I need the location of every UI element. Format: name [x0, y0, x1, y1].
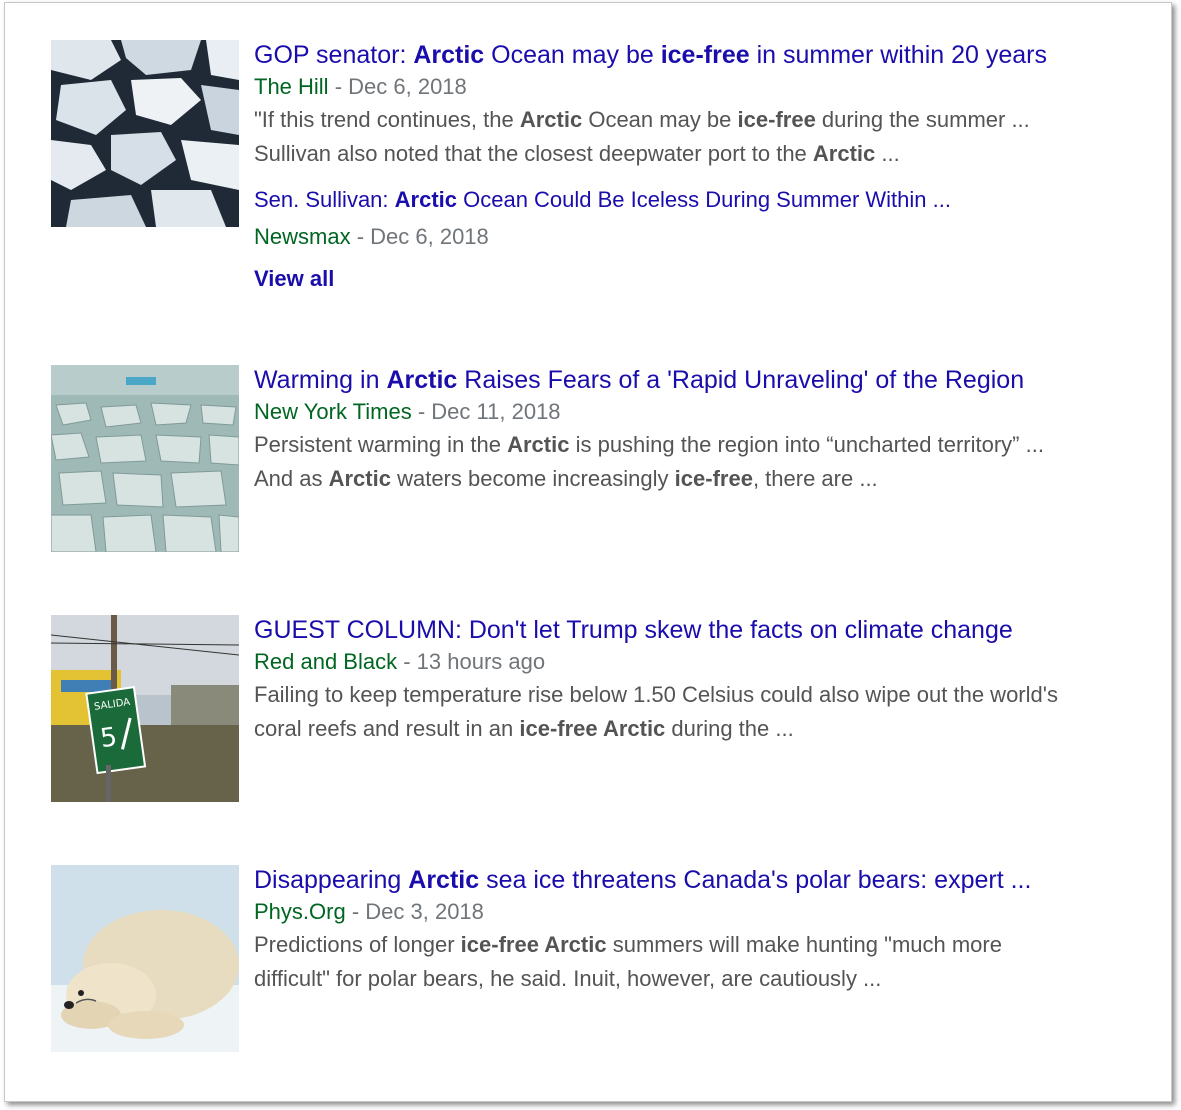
- meta-separator: -: [411, 399, 432, 424]
- highlighted-term: Arctic: [408, 866, 480, 894]
- highlighted-term: ice-free Arctic: [519, 716, 666, 741]
- text-segment: Predictions of longer: [254, 932, 461, 957]
- news-result: GOP senator: Arctic Ocean may be ice-fre…: [51, 40, 1163, 295]
- view-all-link[interactable]: View all: [254, 263, 1047, 295]
- highlighted-term: ice-free: [674, 466, 753, 491]
- text-segment: waters become increasingly: [390, 466, 675, 491]
- highlighted-term: Arctic: [413, 41, 485, 69]
- result-date: Dec 6, 2018: [348, 74, 467, 99]
- text-segment: during the ...: [665, 716, 794, 741]
- result-meta: New York Times - Dec 11, 2018: [254, 396, 1044, 428]
- text-segment: Ocean Could Be Iceless During Summer Wit…: [457, 187, 951, 212]
- highlighted-term: ice-free: [660, 41, 750, 69]
- text-segment: Ocean may be: [582, 107, 738, 132]
- snippet-line: Failing to keep temperature rise below 1…: [254, 678, 1058, 712]
- text-segment: coral reefs and result in an: [254, 716, 520, 741]
- text-segment: Warming in: [254, 366, 387, 394]
- result-title-link[interactable]: GUEST COLUMN: Don't let Trump skew the f…: [254, 614, 1058, 646]
- text-segment: Disappearing: [254, 866, 409, 894]
- snippet-line: Persistent warming in the Arctic is push…: [254, 428, 1044, 462]
- related-meta: Newsmax - Dec 6, 2018: [254, 221, 1047, 253]
- result-source: Phys.Org: [254, 899, 346, 924]
- result-snippet: "If this trend continues, the Arctic Oce…: [254, 103, 1047, 171]
- result-meta: Red and Black - 13 hours ago: [254, 646, 1058, 678]
- result-meta: The Hill - Dec 6, 2018: [254, 71, 1047, 103]
- result-date: Dec 11, 2018: [431, 399, 561, 424]
- snippet-line: Sullivan also noted that the closest dee…: [254, 137, 1047, 171]
- text-segment: in summer within 20 years: [749, 41, 1047, 69]
- meta-separator: -: [345, 899, 366, 924]
- snippet-line: Predictions of longer ice-free Arctic su…: [254, 928, 1031, 962]
- result-title-link[interactable]: GOP senator: Arctic Ocean may be ice-fre…: [254, 39, 1047, 71]
- related-source: Newsmax: [254, 224, 351, 249]
- news-results-panel: GOP senator: Arctic Ocean may be ice-fre…: [4, 2, 1172, 1102]
- flooded-street-image[interactable]: SALIDA 5: [51, 615, 239, 802]
- result-source: The Hill: [254, 74, 329, 99]
- highlighted-term: Arctic: [386, 366, 458, 394]
- highlighted-term: Arctic: [507, 432, 570, 457]
- result-source: Red and Black: [254, 649, 398, 674]
- arctic-sea-ice-image[interactable]: [51, 365, 239, 552]
- result-title-link[interactable]: Warming in Arctic Raises Fears of a 'Rap…: [254, 364, 1044, 396]
- result-snippet: Failing to keep temperature rise below 1…: [254, 678, 1058, 746]
- highlighted-term: Arctic: [519, 107, 583, 132]
- text-segment: is pushing the region into “uncharted te…: [569, 432, 1044, 457]
- news-result: Disappearing Arctic sea ice threatens Ca…: [51, 865, 1163, 1052]
- text-segment: Sullivan also noted that the closest dee…: [254, 141, 813, 166]
- text-segment: Failing to keep temperature rise below 1…: [254, 682, 1058, 707]
- result-snippet: Predictions of longer ice-free Arctic su…: [254, 928, 1031, 996]
- ice-floes-image[interactable]: [51, 40, 239, 227]
- highlighted-term: Arctic: [328, 466, 391, 491]
- meta-separator: -: [328, 74, 349, 99]
- related-article-link[interactable]: Sen. Sullivan: Arctic Ocean Could Be Ice…: [254, 185, 1047, 215]
- text-segment: sea ice threatens Canada's polar bears: …: [479, 866, 1032, 894]
- meta-separator: -: [350, 224, 371, 249]
- highlighted-term: ice-free Arctic: [460, 932, 607, 957]
- snippet-line: difficult" for polar bears, he said. Inu…: [254, 962, 1031, 996]
- highlighted-term: ice-free: [737, 107, 816, 132]
- snippet-line: "If this trend continues, the Arctic Oce…: [254, 103, 1047, 137]
- text-segment: Sen. Sullivan:: [254, 187, 395, 212]
- result-source: New York Times: [254, 399, 412, 424]
- text-segment: And as: [254, 466, 329, 491]
- result-meta: Phys.Org - Dec 3, 2018: [254, 896, 1031, 928]
- result-date: 13 hours ago: [416, 649, 546, 674]
- highlighted-term: Arctic: [812, 141, 876, 166]
- text-segment: , there are ...: [752, 466, 878, 491]
- result-date: Dec 3, 2018: [365, 899, 484, 924]
- polar-bear-image[interactable]: [51, 865, 239, 1052]
- text-segment: difficult" for polar bears, he said. Inu…: [254, 966, 882, 991]
- text-segment: Raises Fears of a 'Rapid Unraveling' of …: [457, 366, 1025, 394]
- result-title-link[interactable]: Disappearing Arctic sea ice threatens Ca…: [254, 864, 1031, 896]
- text-segment: "If this trend continues, the: [254, 107, 520, 132]
- snippet-line: coral reefs and result in an ice-free Ar…: [254, 712, 1058, 746]
- text-segment: summers will make hunting "much more: [606, 932, 1002, 957]
- news-result: SALIDA 5 GUEST COLUMN: Don't let Trump s…: [51, 615, 1163, 802]
- result-snippet: Persistent warming in the Arctic is push…: [254, 428, 1044, 496]
- news-result: Warming in Arctic Raises Fears of a 'Rap…: [51, 365, 1163, 552]
- text-segment: GUEST COLUMN: Don't let Trump skew the f…: [254, 616, 1013, 644]
- related-date: Dec 6, 2018: [370, 224, 489, 249]
- text-segment: during the summer ...: [815, 107, 1030, 132]
- meta-separator: -: [397, 649, 417, 674]
- text-segment: Ocean may be: [484, 41, 661, 69]
- text-segment: ...: [875, 141, 900, 166]
- highlighted-term: Arctic: [394, 187, 457, 212]
- text-segment: Persistent warming in the: [254, 432, 508, 457]
- text-segment: GOP senator:: [254, 41, 414, 69]
- snippet-line: And as Arctic waters become increasingly…: [254, 462, 1044, 496]
